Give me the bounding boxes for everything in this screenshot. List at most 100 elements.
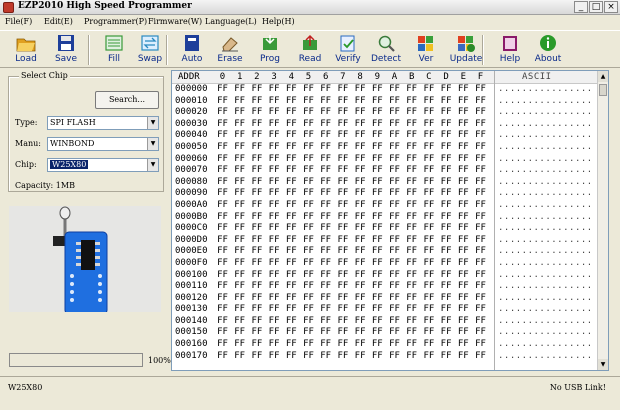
hex-byte[interactable]: FF xyxy=(317,235,334,247)
hex-byte[interactable]: FF xyxy=(283,142,300,154)
hex-row[interactable]: 000030 FF FF FF FF FF FF FF FF FF FF FF FF FF FF FF FF..… xyxy=(172,119,598,131)
hex-byte[interactable]: FF xyxy=(334,154,351,166)
toolbar-ver-button[interactable]: Ver xyxy=(406,33,446,67)
hex-byte[interactable]: FF xyxy=(231,223,248,235)
hex-byte[interactable]: FF xyxy=(317,293,334,305)
hex-byte[interactable]: FF xyxy=(300,130,317,142)
hex-byte[interactable]: FF xyxy=(317,223,334,235)
hex-byte[interactable]: FF xyxy=(248,293,265,305)
hex-byte[interactable]: FF xyxy=(266,304,283,316)
hex-byte[interactable]: FF xyxy=(472,339,489,351)
hex-byte[interactable]: FF xyxy=(438,293,455,305)
hex-byte[interactable]: FF xyxy=(403,327,420,339)
hex-byte[interactable]: FF xyxy=(455,327,472,339)
hex-row[interactable]: 000140 FF FF FF FF FF FF FF FF FF FF FF FF FF FF FF FF..… xyxy=(172,316,598,328)
hex-byte[interactable]: FF xyxy=(352,293,369,305)
hex-byte[interactable]: FF xyxy=(334,142,351,154)
hex-byte[interactable]: FF xyxy=(438,351,455,363)
hex-byte[interactable]: FF xyxy=(334,235,351,247)
hex-byte[interactable]: FF xyxy=(248,223,265,235)
hex-byte[interactable]: FF xyxy=(214,142,231,154)
hex-byte[interactable]: FF xyxy=(300,316,317,328)
hex-byte[interactable]: FF xyxy=(231,177,248,189)
hex-row[interactable]: 000070 FF FF FF FF FF FF FF FF FF FF FF FF FF FF FF FF..… xyxy=(172,165,598,177)
hex-byte[interactable]: FF xyxy=(231,119,248,131)
hex-byte[interactable]: FF xyxy=(455,270,472,282)
hex-row[interactable]: 000020 FF FF FF FF FF FF FF FF FF FF FF FF FF FF FF FF..… xyxy=(172,107,598,119)
hex-byte[interactable]: FF xyxy=(420,130,437,142)
hex-byte[interactable]: FF xyxy=(369,130,386,142)
hex-byte[interactable]: FF xyxy=(472,188,489,200)
hex-byte[interactable]: FF xyxy=(231,200,248,212)
hex-byte[interactable]: FF xyxy=(455,304,472,316)
hex-byte[interactable]: FF xyxy=(386,304,403,316)
hex-byte[interactable]: FF xyxy=(317,327,334,339)
hex-byte[interactable]: FF xyxy=(214,270,231,282)
hex-byte[interactable]: FF xyxy=(300,281,317,293)
hex-byte[interactable]: FF xyxy=(248,316,265,328)
hex-row[interactable]: 0000D0 FF FF FF FF FF FF FF FF FF FF FF FF FF FF FF FF..… xyxy=(172,235,598,247)
hex-byte[interactable]: FF xyxy=(283,96,300,108)
hex-byte[interactable]: FF xyxy=(248,96,265,108)
hex-byte[interactable]: FF xyxy=(403,107,420,119)
hex-byte[interactable]: FF xyxy=(386,188,403,200)
toolbar-read-button[interactable]: Read xyxy=(290,33,330,67)
toolbar-help-button[interactable]: Help xyxy=(490,33,530,67)
hex-byte[interactable]: FF xyxy=(403,235,420,247)
hex-byte[interactable]: FF xyxy=(352,327,369,339)
hex-byte[interactable]: FF xyxy=(438,119,455,131)
hex-byte[interactable]: FF xyxy=(386,142,403,154)
hex-byte[interactable]: FF xyxy=(266,177,283,189)
hex-byte[interactable]: FF xyxy=(231,316,248,328)
hex-byte[interactable]: FF xyxy=(300,246,317,258)
hex-byte[interactable]: FF xyxy=(300,200,317,212)
hex-byte[interactable]: FF xyxy=(266,223,283,235)
hex-byte[interactable]: FF xyxy=(420,351,437,363)
hex-byte[interactable]: FF xyxy=(386,223,403,235)
hex-byte[interactable]: FF xyxy=(369,316,386,328)
chevron-down-icon[interactable]: ▼ xyxy=(147,138,158,150)
hex-byte[interactable]: FF xyxy=(248,130,265,142)
hex-byte[interactable]: FF xyxy=(369,212,386,224)
menu-file[interactable]: File(F) xyxy=(5,17,32,26)
hex-byte[interactable]: FF xyxy=(472,96,489,108)
hex-byte[interactable]: FF xyxy=(266,351,283,363)
hex-row[interactable]: 000040 FF FF FF FF FF FF FF FF FF FF FF FF FF FF FF FF..… xyxy=(172,130,598,142)
hex-byte[interactable]: FF xyxy=(420,165,437,177)
close-button[interactable]: × xyxy=(604,1,618,13)
hex-byte[interactable]: FF xyxy=(420,177,437,189)
hex-byte[interactable]: FF xyxy=(214,200,231,212)
hex-byte[interactable]: FF xyxy=(248,327,265,339)
hex-byte[interactable]: FF xyxy=(420,107,437,119)
hex-byte[interactable]: FF xyxy=(369,119,386,131)
hex-byte[interactable]: FF xyxy=(283,154,300,166)
hex-byte[interactable]: FF xyxy=(472,316,489,328)
hex-byte[interactable]: FF xyxy=(403,281,420,293)
maximize-button[interactable]: □ xyxy=(589,1,603,13)
hex-byte[interactable]: FF xyxy=(420,188,437,200)
hex-byte[interactable]: FF xyxy=(266,316,283,328)
hex-byte[interactable]: FF xyxy=(266,258,283,270)
hex-byte[interactable]: FF xyxy=(420,142,437,154)
hex-byte[interactable]: FF xyxy=(300,235,317,247)
hex-byte[interactable]: FF xyxy=(352,119,369,131)
manu-select[interactable]: WINBOND ▼ xyxy=(47,137,159,151)
hex-byte[interactable]: FF xyxy=(334,107,351,119)
hex-byte[interactable]: FF xyxy=(283,327,300,339)
hex-byte[interactable]: FF xyxy=(283,177,300,189)
hex-byte[interactable]: FF xyxy=(231,351,248,363)
hex-byte[interactable]: FF xyxy=(283,304,300,316)
hex-byte[interactable]: FF xyxy=(352,154,369,166)
hex-byte[interactable]: FF xyxy=(300,154,317,166)
hex-row[interactable]: 000160 FF FF FF FF FF FF FF FF FF FF FF FF FF FF FF FF..… xyxy=(172,339,598,351)
hex-byte[interactable]: FF xyxy=(472,177,489,189)
hex-byte[interactable]: FF xyxy=(386,246,403,258)
menu-programmer[interactable]: Programmer(P) xyxy=(84,17,147,26)
hex-byte[interactable]: FF xyxy=(317,246,334,258)
hex-byte[interactable]: FF xyxy=(317,316,334,328)
hex-byte[interactable]: FF xyxy=(438,281,455,293)
hex-row[interactable]: 0000A0 FF FF FF FF FF FF FF FF FF FF FF FF FF FF FF FF..… xyxy=(172,200,598,212)
hex-byte[interactable]: FF xyxy=(334,258,351,270)
hex-byte[interactable]: FF xyxy=(334,165,351,177)
hex-byte[interactable]: FF xyxy=(438,200,455,212)
